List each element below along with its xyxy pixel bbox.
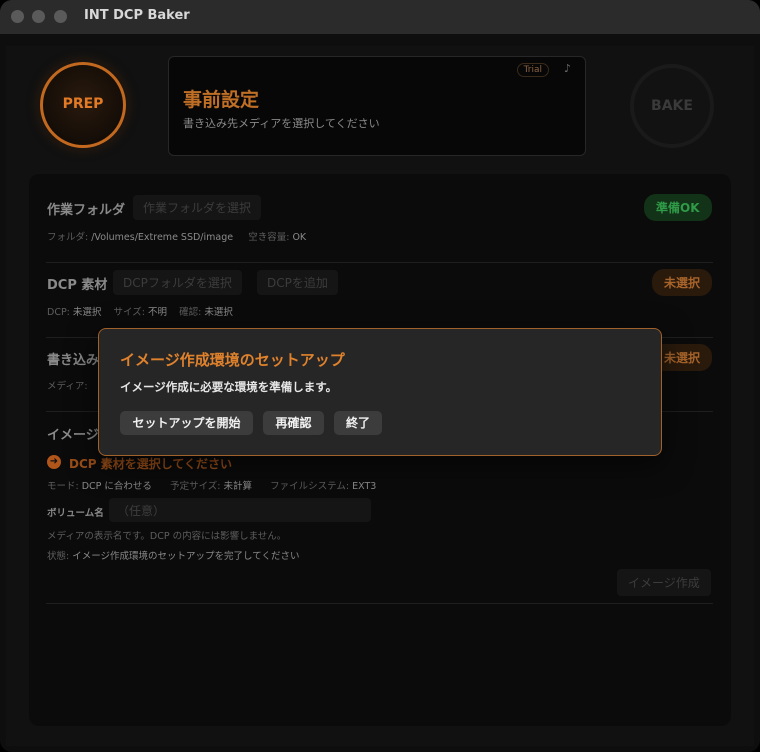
divider — [46, 262, 713, 263]
image-info: モード: DCP に合わせる 予定サイズ: 未計算 ファイルシステム: EXT3 — [47, 481, 377, 492]
quit-button[interactable]: 終了 — [334, 411, 382, 435]
media-info: メディア: — [47, 381, 88, 392]
trial-badge: Trial — [516, 63, 549, 77]
setup-dialog: イメージ作成環境のセットアップ イメージ作成に必要な環境を準備します。 セットア… — [98, 328, 662, 456]
dialog-title: イメージ作成環境のセットアップ — [120, 351, 345, 369]
divider — [46, 603, 713, 604]
select-dcp-hint[interactable]: DCP 素材を選択してください — [69, 455, 232, 472]
select-dcp-folder-button[interactable]: DCPフォルダを選択 — [113, 270, 242, 295]
dcp-status-badge: 未選択 — [652, 269, 713, 296]
title-bar: INT DCP Baker — [0, 0, 760, 34]
bake-label: BAKE — [651, 98, 693, 114]
app-window: INT DCP Baker PREP Trial ♪ 事前設定 書き込み先メディ… — [0, 0, 760, 752]
arrow-right-icon: ➜ — [47, 455, 61, 469]
dcp-material-label: DCP 素材 — [47, 278, 108, 293]
minimize-window-button[interactable] — [32, 10, 45, 23]
work-folder-label: 作業フォルダ — [47, 203, 126, 218]
zoom-window-button[interactable] — [54, 10, 67, 23]
music-note-icon[interactable]: ♪ — [564, 62, 571, 75]
work-folder-status-badge: 準備OK — [644, 194, 712, 221]
volume-name-label: ボリューム名 — [47, 508, 104, 519]
prep-button[interactable]: PREP — [40, 62, 126, 148]
volume-name-input[interactable]: （任意） — [109, 498, 371, 522]
close-window-button[interactable] — [11, 10, 24, 23]
bake-button[interactable]: BAKE — [630, 64, 714, 148]
image-state: 状態: イメージ作成環境のセットアップを完了してください — [47, 551, 300, 562]
page-subtitle: 書き込み先メディアを選択してください — [183, 117, 380, 130]
work-folder-info: フォルダ: /Volumes/Extreme SSD/image 空き容量: O… — [47, 232, 307, 243]
add-dcp-button[interactable]: DCPを追加 — [257, 270, 338, 295]
window-title: INT DCP Baker — [84, 8, 190, 23]
dcp-info: DCP: 未選択 サイズ: 不明 確認: 未選択 — [47, 307, 233, 318]
start-setup-button[interactable]: セットアップを開始 — [120, 411, 253, 435]
volume-help-text: メディアの表示名です。DCP の内容には影響しません。 — [47, 531, 287, 542]
prep-label: PREP — [62, 96, 104, 112]
image-section-label: イメージ — [47, 428, 99, 443]
select-work-folder-button[interactable]: 作業フォルダを選択 — [133, 195, 262, 220]
recheck-button[interactable]: 再確認 — [263, 411, 324, 435]
page-title: 事前設定 — [183, 89, 260, 111]
dialog-message: イメージ作成に必要な環境を準備します。 — [120, 380, 338, 394]
header-card: Trial ♪ 事前設定 書き込み先メディアを選択してください — [168, 56, 586, 156]
create-image-button[interactable]: イメージ作成 — [617, 569, 711, 596]
